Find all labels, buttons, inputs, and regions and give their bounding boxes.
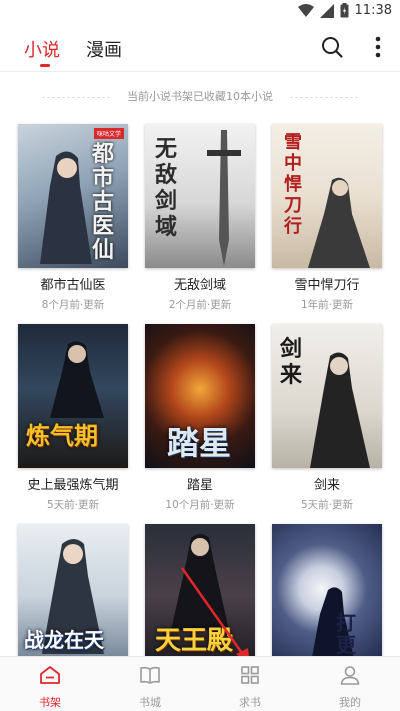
tab-novel[interactable]: 小说	[24, 36, 60, 62]
nav-request-book[interactable]: 求书	[200, 657, 300, 711]
cover-badge: 咪咕文学	[93, 128, 124, 139]
bookshelf-icon	[40, 666, 60, 684]
book-update-time: 8个月前·更新	[41, 299, 105, 311]
app-bar: 小说 漫画	[0, 24, 400, 72]
book-title: 剑来	[313, 478, 340, 493]
cover-title-text: 天王殿	[155, 626, 234, 656]
book-cover[interactable]: 无敌剑域	[145, 124, 255, 268]
book-card[interactable]: 天王殿	[145, 524, 255, 668]
status-bar: 11:38	[0, 0, 400, 24]
book-cover[interactable]: 剑来	[272, 324, 382, 468]
book-title: 史上最强炼气期	[27, 478, 119, 493]
wifi-icon	[297, 3, 314, 17]
book-card[interactable]: 剑来 剑来 5天前·更新	[272, 324, 382, 512]
shelf-notice-text: 当前小说书架已收藏10本小说	[127, 90, 273, 103]
tab-comic[interactable]: 漫画	[86, 36, 122, 62]
nav-label: 我的	[339, 696, 361, 709]
book-title: 雪中悍刀行	[294, 278, 360, 293]
book-card[interactable]: 踏星 踏星 10个月前·更新	[145, 324, 255, 512]
book-card[interactable]: 炼气期 史上最强炼气期 5天前·更新	[18, 324, 128, 512]
book-update-time: 5天前·更新	[300, 499, 354, 511]
nav-bookshelf[interactable]: 书架	[0, 657, 100, 711]
cover-title-text: 无敌剑域	[155, 136, 178, 240]
notice-divider-right	[290, 97, 358, 98]
book-title: 都市古仙医	[40, 278, 106, 293]
status-icons: 11:38	[297, 3, 392, 18]
nav-bookstore[interactable]: 书城	[100, 657, 200, 711]
grid-icon	[241, 666, 259, 684]
notice-divider-left	[42, 97, 110, 98]
tab-active-indicator	[40, 64, 50, 67]
book-cover[interactable]: 雪中悍刀行	[272, 124, 382, 268]
nav-profile[interactable]: 我的	[300, 657, 400, 711]
book-open-icon	[140, 666, 160, 684]
book-update-time: 2个月前·更新	[168, 299, 232, 311]
book-card[interactable]: 咪咕文学 都市古医仙 都市古仙医 8个月前·更新	[18, 124, 128, 312]
search-icon[interactable]	[320, 35, 344, 59]
cover-title-text: 雪中悍刀行	[284, 132, 302, 237]
book-cover[interactable]: 天王殿	[145, 524, 255, 668]
book-update-time: 5天前·更新	[46, 499, 100, 511]
book-cover[interactable]: 咪咕文学 都市古医仙	[18, 124, 128, 268]
signal-icon	[319, 3, 334, 18]
book-update-time: 1年前·更新	[300, 299, 354, 311]
nav-label: 求书	[239, 696, 261, 709]
cover-title-text: 踏星	[167, 424, 232, 462]
book-card[interactable]: 战龙在天	[18, 524, 128, 668]
status-time: 11:38	[354, 3, 392, 18]
book-cover[interactable]: 踏星	[145, 324, 255, 468]
book-title: 踏星	[186, 478, 213, 493]
book-title: 无敌剑域	[173, 278, 226, 293]
cover-title-text: 剑来	[280, 336, 303, 388]
book-card[interactable]: 无敌剑域 无敌剑域 2个月前·更新	[145, 124, 255, 312]
nav-label: 书城	[139, 696, 161, 709]
nav-label: 书架	[39, 696, 61, 709]
book-cover[interactable]: 战龙在天	[18, 524, 128, 668]
book-cover[interactable]: 炼气期	[18, 324, 128, 468]
book-card[interactable]: 打更人	[272, 524, 382, 668]
battery-icon	[340, 3, 349, 18]
shelf-notice: 当前小说书架已收藏10本小说	[0, 88, 400, 106]
cover-title-text: 炼气期	[26, 421, 98, 450]
cover-title-text: 战龙在天	[24, 628, 104, 652]
book-update-time: 10个月前·更新	[165, 499, 235, 511]
user-icon	[340, 666, 360, 685]
bottom-nav: 书架 书城 求书 我的	[0, 656, 400, 711]
more-vertical-icon[interactable]	[368, 34, 388, 60]
cover-title-text: 都市古医仙	[92, 141, 115, 263]
book-card[interactable]: 雪中悍刀行 雪中悍刀行 1年前·更新	[272, 124, 382, 312]
book-cover[interactable]: 打更人	[272, 524, 382, 668]
